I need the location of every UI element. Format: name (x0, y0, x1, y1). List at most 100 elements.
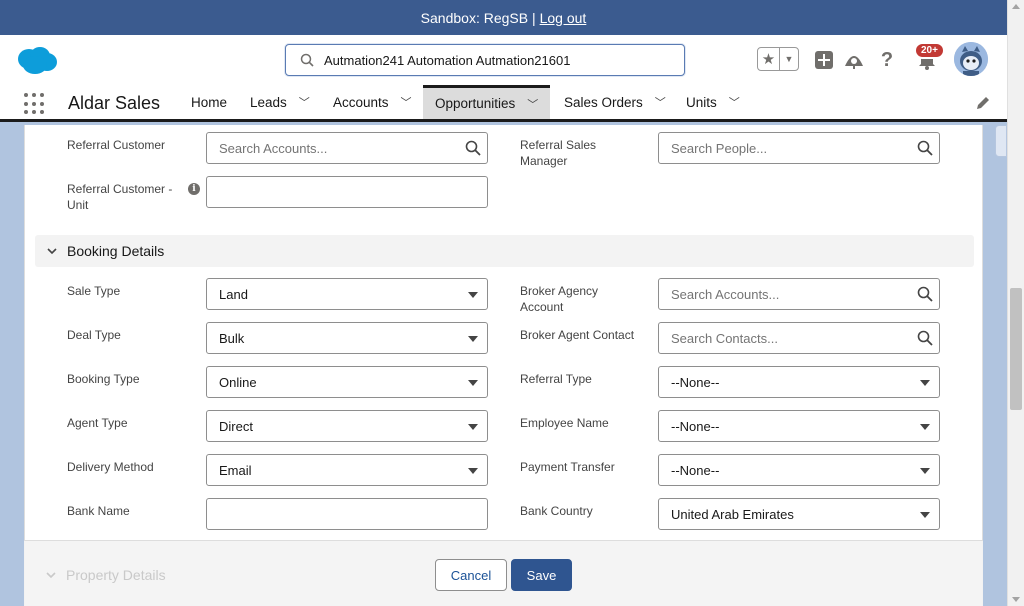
broker-agent-contact-label: Broker Agent Contact (520, 328, 635, 342)
search-icon (917, 140, 933, 156)
nav-item-opportunities[interactable]: Opportunities ﹀ (423, 85, 551, 119)
agent-type-select[interactable]: Direct (206, 410, 488, 442)
page-scrollbar[interactable] (1007, 0, 1024, 606)
scroll-down-icon[interactable] (1012, 597, 1020, 602)
chevron-down-icon[interactable]: ﹀ (401, 94, 412, 110)
booking-type-select[interactable]: Online (206, 366, 488, 398)
trailhead-icon (845, 56, 863, 69)
select-value: Bulk (219, 330, 245, 346)
edit-form-card: Referral Customer Search Accounts... Ref… (24, 125, 983, 606)
lookup-placeholder: Search Accounts... (671, 286, 780, 302)
select-value: Direct (219, 418, 253, 434)
search-icon (300, 53, 314, 67)
broker-agent-contact-lookup[interactable]: Search Contacts... (658, 322, 940, 354)
help-icon[interactable]: ? (876, 49, 898, 71)
lookup-placeholder: Search Accounts... (219, 140, 328, 156)
chevron-down-icon[interactable]: ▼ (780, 48, 798, 70)
nav-item-accounts[interactable]: Accounts ﹀ (333, 85, 412, 119)
sandbox-label: Sandbox: RegSB | (420, 9, 536, 26)
nav-item-leads[interactable]: Leads ﹀ (250, 85, 310, 119)
pencil-icon[interactable] (975, 95, 991, 111)
nav-item-label: Home (191, 94, 228, 110)
save-button[interactable]: Save (511, 559, 572, 591)
select-value: United Arab Emirates (671, 506, 794, 522)
payment-transfer-label: Payment Transfer (520, 460, 615, 474)
lookup-placeholder: Search People... (671, 140, 768, 156)
nav-item-label: Leads (250, 94, 287, 110)
deal-type-select[interactable]: Bulk (206, 322, 488, 354)
referral-sales-manager-lookup[interactable]: Search People... (658, 132, 940, 164)
app-launcher-icon[interactable] (24, 93, 46, 115)
referral-type-label: Referral Type (520, 372, 592, 386)
referral-customer-unit-label: Referral Customer - Unit (67, 182, 173, 212)
dropdown-caret-icon (920, 424, 930, 430)
dropdown-caret-icon (920, 512, 930, 518)
referral-sales-manager-label: Referral Sales Manager (520, 138, 597, 168)
scrollbar-thumb[interactable] (1010, 288, 1022, 410)
section-title: Booking Details (67, 243, 165, 259)
dropdown-caret-icon (468, 336, 478, 342)
notification-badge: 20+ (914, 42, 945, 59)
salesforce-logo-icon[interactable] (16, 45, 58, 75)
bank-name-input[interactable] (206, 498, 488, 530)
cancel-button[interactable]: Cancel (435, 559, 507, 591)
user-avatar[interactable] (954, 42, 988, 76)
app-name: Aldar Sales (68, 93, 161, 113)
select-value: --None-- (671, 374, 720, 390)
sale-type-label: Sale Type (67, 284, 121, 298)
delivery-method-select[interactable]: Email (206, 454, 488, 486)
broker-agency-account-lookup[interactable]: Search Accounts... (658, 278, 940, 310)
referral-type-select[interactable]: --None-- (658, 366, 940, 398)
utility-side-tab[interactable] (995, 125, 1007, 157)
booking-details-section-header[interactable]: Booking Details (35, 235, 974, 267)
broker-agency-account-label: Broker Agency Account (520, 284, 599, 314)
sandbox-banner: Sandbox: RegSB | Log out (0, 0, 1007, 35)
nav-item-units[interactable]: Units ﹀ (686, 85, 740, 119)
chevron-down-icon (46, 572, 56, 579)
dropdown-caret-icon (468, 380, 478, 386)
logout-link[interactable]: Log out (540, 10, 587, 26)
record-edit-area: Referral Customer Search Accounts... Ref… (0, 125, 1007, 606)
referral-customer-unit-input[interactable] (206, 176, 488, 208)
star-icon[interactable]: ★ (758, 48, 780, 70)
lookup-placeholder: Search Contacts... (671, 330, 778, 346)
search-icon (465, 140, 481, 156)
info-icon[interactable]: i (188, 183, 200, 195)
deal-type-label: Deal Type (67, 328, 121, 342)
search-value: Autmation241 Automation Autmation21601 (324, 52, 571, 68)
search-icon (917, 330, 933, 346)
plus-icon (815, 51, 833, 69)
nav-item-label: Opportunities (435, 96, 516, 111)
chevron-down-icon[interactable]: ﹀ (729, 94, 740, 110)
agent-type-label: Agent Type (67, 416, 128, 430)
search-icon (917, 286, 933, 302)
referral-customer-label: Referral Customer (67, 138, 166, 152)
employee-name-select[interactable]: --None-- (658, 410, 940, 442)
global-search-input[interactable]: Autmation241 Automation Autmation21601 (285, 44, 685, 76)
referral-customer-lookup[interactable]: Search Accounts... (206, 132, 488, 164)
global-header: Autmation241 Automation Autmation21601 ★… (0, 35, 1007, 85)
form-footer: Property Details Cancel Save (24, 540, 983, 606)
favorites-button-group[interactable]: ★ ▼ (757, 47, 799, 71)
nav-item-home[interactable]: Home (191, 85, 227, 119)
select-value: Email (219, 462, 252, 478)
payment-transfer-select[interactable]: --None-- (658, 454, 940, 486)
trailhead-button[interactable] (843, 49, 865, 71)
dropdown-caret-icon (468, 424, 478, 430)
nav-item-label: Sales Orders (564, 94, 643, 110)
nav-item-sales-orders[interactable]: Sales Orders ﹀ (564, 85, 666, 119)
astro-avatar-icon (954, 42, 988, 76)
chevron-down-icon[interactable]: ﹀ (527, 96, 538, 112)
select-value: Land (219, 286, 248, 302)
select-value: --None-- (671, 418, 720, 434)
global-create-button[interactable] (813, 49, 835, 71)
chevron-down-icon[interactable]: ﹀ (299, 94, 310, 110)
chevron-down-icon[interactable]: ﹀ (655, 94, 666, 110)
scroll-up-icon[interactable] (1012, 4, 1020, 9)
bank-country-select[interactable]: United Arab Emirates (658, 498, 940, 530)
section-title: Property Details (66, 567, 166, 583)
select-value: Online (219, 374, 257, 390)
dropdown-caret-icon (920, 468, 930, 474)
chevron-down-icon (47, 248, 57, 255)
sale-type-select[interactable]: Land (206, 278, 488, 310)
